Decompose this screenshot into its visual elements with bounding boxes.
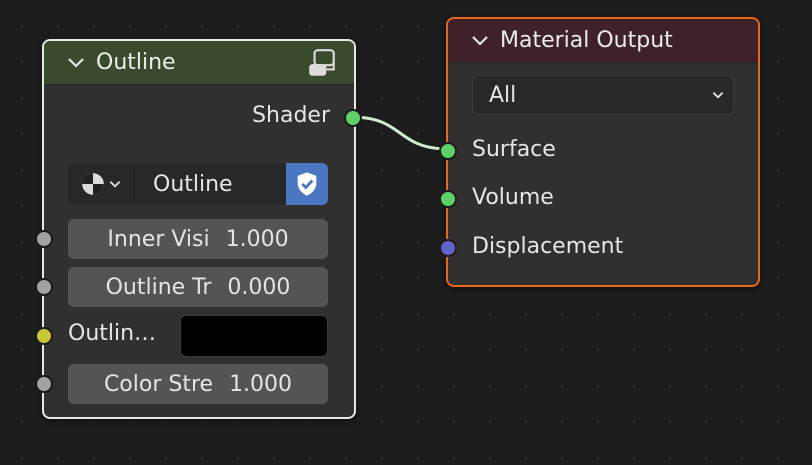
outline-tr-label: Outline Tr: [105, 274, 212, 300]
shader-output-row: Shader: [44, 103, 354, 133]
material-output-node[interactable]: Material Output All Surface Volume Displ…: [439, 17, 760, 287]
volume-socket[interactable]: [439, 190, 457, 208]
color-stre-socket[interactable]: [35, 375, 53, 393]
material-output-header[interactable]: Material Output: [448, 19, 758, 63]
outline-color-swatch[interactable]: [180, 315, 328, 357]
fake-user-button[interactable]: [286, 163, 328, 205]
shader-output-socket[interactable]: [344, 109, 362, 127]
color-stre-field[interactable]: Color Stre 1.000: [68, 364, 328, 404]
node-group-name[interactable]: Outline: [135, 172, 286, 197]
browse-group-button[interactable]: [68, 163, 135, 205]
target-select[interactable]: All: [472, 75, 734, 115]
displacement-label: Displacement: [472, 234, 624, 259]
inner-visi-field[interactable]: Inner Visi 1.000: [68, 219, 328, 259]
color-stre-label: Color Stre: [103, 371, 214, 397]
material-sphere-icon: [82, 173, 104, 195]
chevron-down-icon: [109, 181, 121, 188]
chevron-down-icon: [712, 92, 724, 99]
color-stre-value: 1.000: [229, 371, 293, 397]
inner-visi-value: 1.000: [225, 226, 289, 252]
inner-visi-label: Inner Visi: [107, 226, 210, 252]
collapse-chevron-icon[interactable]: [66, 53, 86, 73]
outline-node[interactable]: Outline Shader Outline Inner Visi 1.000 …: [35, 39, 362, 419]
surface-label: Surface: [472, 137, 556, 162]
outline-color-label: Outlin…: [68, 321, 157, 346]
volume-label: Volume: [472, 185, 554, 210]
node-group-icon[interactable]: [306, 47, 338, 79]
target-select-value: All: [489, 82, 517, 108]
inner-visi-socket[interactable]: [35, 230, 53, 248]
shield-check-icon: [297, 172, 317, 196]
collapse-chevron-icon[interactable]: [470, 31, 490, 51]
outline-tr-value: 0.000: [227, 274, 291, 300]
displacement-socket[interactable]: [439, 239, 457, 257]
outline-tr-socket[interactable]: [35, 278, 53, 296]
outline-tr-field[interactable]: Outline Tr 0.000: [68, 267, 328, 307]
shader-output-label: Shader: [252, 103, 330, 128]
outline-color-socket[interactable]: [35, 327, 53, 345]
node-group-selector[interactable]: Outline: [68, 163, 328, 205]
outline-node-header[interactable]: Outline: [44, 41, 354, 85]
outline-node-title: Outline: [96, 50, 176, 75]
surface-socket[interactable]: [439, 142, 457, 160]
material-output-title: Material Output: [500, 28, 673, 53]
